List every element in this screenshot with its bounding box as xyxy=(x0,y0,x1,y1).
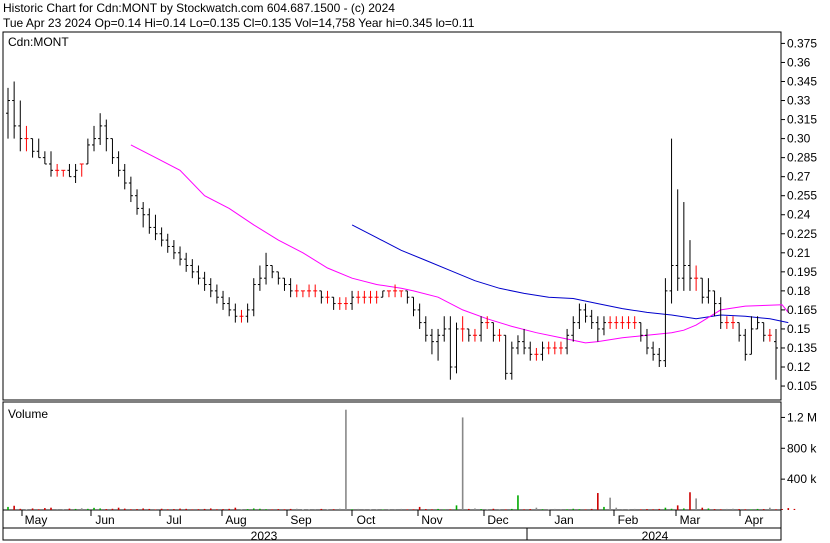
volume-panel-frame xyxy=(2,401,782,511)
month-label: Jun xyxy=(95,513,114,527)
price-tick-label: 0.12 xyxy=(787,360,811,374)
month-label: Jan xyxy=(554,513,573,527)
price-tick-label: 0.165 xyxy=(787,303,817,317)
price-panel-frame xyxy=(2,31,782,401)
price-tick-label: 0.135 xyxy=(787,341,817,355)
price-tick-label: 0.255 xyxy=(787,189,817,203)
price-tick-label: 0.27 xyxy=(787,170,811,184)
month-label: Dec xyxy=(487,513,508,527)
price-tick-label: 0.30 xyxy=(787,132,811,146)
month-label: Feb xyxy=(618,513,639,527)
price-tick-label: 0.345 xyxy=(787,74,817,88)
price-tick-label: 0.195 xyxy=(787,265,817,279)
month-label: Jul xyxy=(166,513,181,527)
year-label: 2024 xyxy=(642,529,669,543)
year-label: 2023 xyxy=(251,529,278,543)
price-tick-label: 0.285 xyxy=(787,151,817,165)
price-tick-label: 0.24 xyxy=(787,208,811,222)
price-tick-label: 0.36 xyxy=(787,55,811,69)
month-label: Sep xyxy=(290,513,312,527)
volume-panel-label: Volume xyxy=(8,407,48,421)
price-tick-label: 0.21 xyxy=(787,246,811,260)
price-tick-label: 0.18 xyxy=(787,284,811,298)
month-label: Nov xyxy=(421,513,442,527)
volume-tick-label: 1.2 M xyxy=(787,410,817,424)
month-label: Apr xyxy=(745,513,764,527)
price-panel-label: Cdn:MONT xyxy=(8,35,69,49)
month-label: Mar xyxy=(680,513,701,527)
price-tick-label: 0.225 xyxy=(787,227,817,241)
price-tick-label: 0.105 xyxy=(787,379,817,393)
month-label: Oct xyxy=(357,513,376,527)
price-tick-label: 0.315 xyxy=(787,113,817,127)
price-tick-label: 0.33 xyxy=(787,94,811,108)
price-tick-label: 0.15 xyxy=(787,322,811,336)
volume-tick-label: 400 k xyxy=(787,472,817,486)
month-label: Aug xyxy=(225,513,246,527)
month-label: May xyxy=(25,513,48,527)
price-tick-label: 0.375 xyxy=(787,36,817,50)
volume-tick-label: 800 k xyxy=(787,441,817,455)
stock-chart: 0.375 0.36 0.345 0.33 0.315 0.30 0.285 0.27 0.25… xyxy=(2,31,817,543)
